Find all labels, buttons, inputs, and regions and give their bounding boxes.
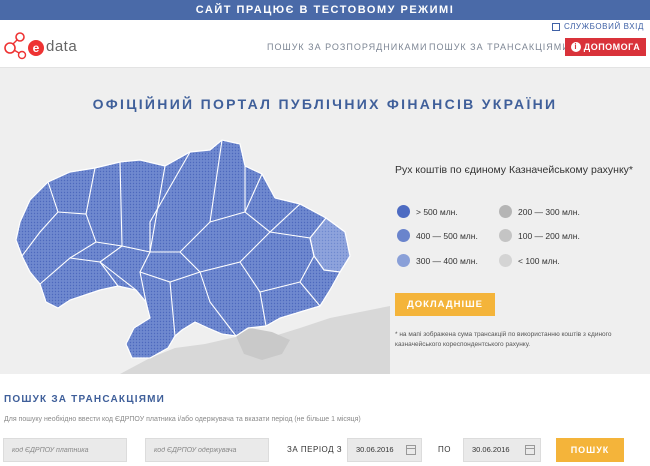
service-login-label: СЛУЖБОВИЙ ВХІД <box>563 22 644 31</box>
ukraine-map <box>15 139 390 374</box>
date-to-value: 30.06.2016 <box>472 445 510 454</box>
date-from-input[interactable]: 30.06.2016 <box>347 438 422 462</box>
legend-swatch <box>397 229 410 242</box>
legend-item: 400 — 500 млн. <box>397 229 478 242</box>
legend-item: 100 — 200 млн. <box>499 229 580 242</box>
legend-swatch <box>397 254 410 267</box>
map-footnote: * на мапі зображена сума трансакцій по в… <box>395 331 612 348</box>
legend-item: 200 — 300 млн. <box>499 205 580 218</box>
legend-label: 300 — 400 млн. <box>416 255 478 266</box>
more-details-button[interactable]: ДОКЛАДНІШЕ <box>395 293 495 316</box>
hero-section: ОФІЦІЙНИЙ ПОРТАЛ ПУБЛІЧНИХ ФІНАНСІВ УКРА… <box>0 68 650 374</box>
legend-swatch <box>397 205 410 218</box>
date-from-value: 30.06.2016 <box>356 445 394 454</box>
nav-search-distributors[interactable]: ПОШУК ЗА РОЗПОРЯДНИКАМИ <box>267 42 427 52</box>
legend-label: 400 — 500 млн. <box>416 230 478 241</box>
logo-e: e <box>33 41 40 55</box>
recipient-code-input[interactable] <box>145 438 269 462</box>
service-login-link[interactable]: СЛУЖБОВИЙ ВХІД <box>551 22 644 31</box>
login-icon <box>551 22 560 31</box>
search-hint: Для пошуку необхідно ввести код ЄДРПОУ п… <box>4 416 361 423</box>
test-mode-banner: САЙТ ПРАЦЮЄ В ТЕСТОВОМУ РЕЖИМІ <box>0 0 650 20</box>
legend-title: Рух коштів по єдиному Казначейському рах… <box>395 164 634 176</box>
nav-search-transactions[interactable]: ПОШУК ЗА ТРАНСАКЦІЯМИ <box>429 42 570 52</box>
legend-swatch <box>499 229 512 242</box>
search-title: ПОШУК ЗА ТРАНСАКЦІЯМИ <box>4 394 166 405</box>
search-button[interactable]: ПОШУК <box>556 438 624 462</box>
logo-text: data <box>46 38 78 55</box>
legend-item: < 100 млн. <box>499 254 560 267</box>
molecule-logo-icon: e <box>4 32 44 60</box>
help-button[interactable]: i ДОПОМОГА <box>565 38 646 56</box>
legend-label: < 100 млн. <box>518 255 560 266</box>
edata-logo[interactable]: e data <box>2 28 82 62</box>
date-to-input[interactable]: 30.06.2016 <box>463 438 541 462</box>
transaction-search-section: ПОШУК ЗА ТРАНСАКЦІЯМИ Для пошуку необхід… <box>0 374 650 466</box>
calendar-icon[interactable] <box>525 445 535 455</box>
period-from-label: ЗА ПЕРІОД З <box>287 445 343 454</box>
legend-label: 200 — 300 млн. <box>518 206 580 217</box>
legend-swatch <box>499 254 512 267</box>
legend-swatch <box>499 205 512 218</box>
calendar-icon[interactable] <box>406 445 416 455</box>
page-title: ОФІЦІЙНИЙ ПОРТАЛ ПУБЛІЧНИХ ФІНАНСІВ УКРА… <box>92 96 558 112</box>
info-icon: i <box>570 42 581 52</box>
legend-item: > 500 млн. <box>397 205 458 218</box>
legend-item: 300 — 400 млн. <box>397 254 478 267</box>
site-header: e data ПОШУК ЗА РОЗПОРЯДНИКАМИ ПОШУК ЗА … <box>0 20 650 68</box>
legend-label: > 500 млн. <box>416 206 458 217</box>
help-label: ДОПОМОГА <box>583 42 641 52</box>
payer-code-input[interactable] <box>3 438 127 462</box>
legend-label: 100 — 200 млн. <box>518 230 580 241</box>
period-to-label: ПО <box>438 445 451 454</box>
